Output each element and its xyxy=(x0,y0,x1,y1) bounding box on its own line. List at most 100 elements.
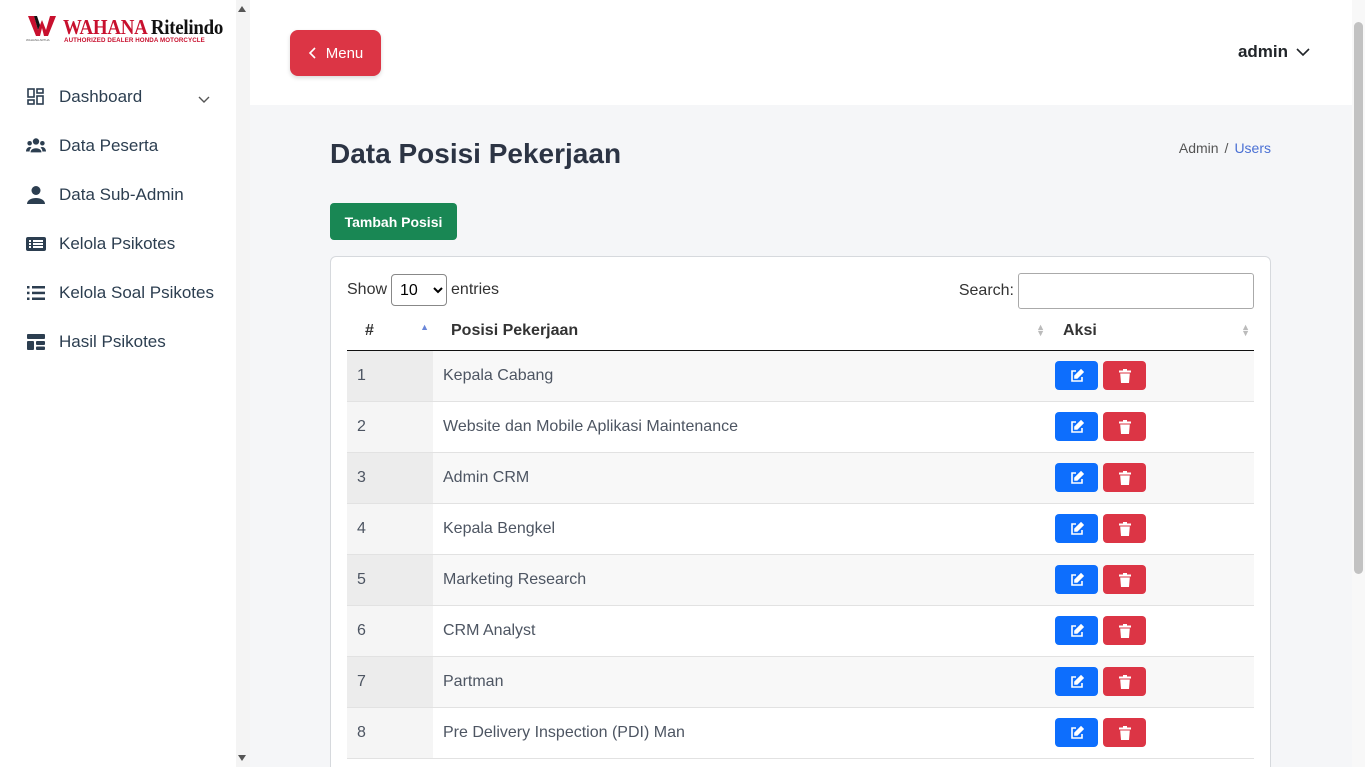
sidebar-item-dashboard[interactable]: Dashboard xyxy=(0,72,236,121)
entries-label: entries xyxy=(451,281,500,298)
edit-button[interactable] xyxy=(1055,718,1098,747)
row-number: 5 xyxy=(347,554,433,606)
sidebar-item-kelola-psikotes[interactable]: Kelola Psikotes xyxy=(0,219,236,268)
row-number: 4 xyxy=(347,503,433,555)
edit-button[interactable] xyxy=(1055,412,1098,441)
menu-button[interactable]: Menu xyxy=(290,30,381,76)
table-row: 6 CRM Analyst xyxy=(347,605,1254,657)
edit-button[interactable] xyxy=(1055,463,1098,492)
chevron-down-icon xyxy=(198,89,210,109)
table-row: 1 Kepala Cabang xyxy=(347,350,1254,402)
brand-tagline: AUTHORIZED DEALER HONDA MOTORCYCLE xyxy=(64,37,205,44)
table-row: 5 Marketing Research xyxy=(347,554,1254,606)
trash-icon xyxy=(1118,470,1131,485)
sidebar-nav: Dashboard Data Peserta Data Sub-Admin Ke… xyxy=(0,72,236,366)
menu-button-label: Menu xyxy=(325,44,364,62)
trash-icon xyxy=(1118,674,1131,689)
edit-button[interactable] xyxy=(1055,616,1098,645)
sidebar-item-label: Kelola Psikotes xyxy=(59,233,176,253)
edit-icon xyxy=(1070,725,1084,739)
column-header-posisi[interactable]: Posisi Pekerjaan ▲ ▼ xyxy=(433,312,1049,351)
delete-button[interactable] xyxy=(1103,463,1146,492)
edit-button[interactable] xyxy=(1055,667,1098,696)
add-position-button[interactable]: Tambah Posisi xyxy=(330,203,457,240)
delete-button[interactable] xyxy=(1103,565,1146,594)
scroll-down-arrow-icon[interactable] xyxy=(238,755,246,761)
sidebar-item-label: Hasil Psikotes xyxy=(59,331,166,351)
row-posisi: Pre Delivery Inspection (PDI) Man xyxy=(433,707,1049,759)
delete-button[interactable] xyxy=(1103,718,1146,747)
trash-icon xyxy=(1118,623,1131,638)
sidebar-item-data-peserta[interactable]: Data Peserta xyxy=(0,121,236,170)
scroll-up-arrow-icon[interactable] xyxy=(238,6,246,12)
list-icon xyxy=(25,282,47,304)
trash-icon xyxy=(1118,419,1131,434)
row-actions xyxy=(1049,350,1254,402)
search-input[interactable] xyxy=(1018,273,1254,309)
row-number: 8 xyxy=(347,707,433,759)
table-row: 8 Pre Delivery Inspection (PDI) Man xyxy=(347,707,1254,759)
breadcrumb-admin[interactable]: Admin xyxy=(1179,140,1219,156)
breadcrumb: Admin / Users xyxy=(1178,140,1271,156)
table-row: 7 Partman xyxy=(347,656,1254,708)
user-dropdown[interactable]: admin xyxy=(1238,42,1310,62)
edit-button[interactable] xyxy=(1055,514,1098,543)
table-header-row: # ▲ Posisi Pekerjaan ▲ ▼ Aksi ▲ ▼ xyxy=(347,312,1254,351)
brand-logo[interactable]: WAHANA ARTHA WAHANA Ritelindo AUTHORIZED… xyxy=(26,14,226,50)
edit-button[interactable] xyxy=(1055,361,1098,390)
sort-asc-icon: ▲ xyxy=(420,322,429,332)
delete-button[interactable] xyxy=(1103,412,1146,441)
delete-button[interactable] xyxy=(1103,667,1146,696)
row-actions xyxy=(1049,452,1254,504)
search-control: Search: xyxy=(959,273,1254,309)
show-label: Show xyxy=(347,281,388,298)
edit-button[interactable] xyxy=(1055,565,1098,594)
row-number: 7 xyxy=(347,656,433,708)
sidebar-item-label: Kelola Soal Psikotes xyxy=(59,282,214,302)
user-icon xyxy=(25,184,47,206)
page-title: Data Posisi Pekerjaan xyxy=(330,138,622,169)
row-posisi: Admin CRM xyxy=(433,452,1049,504)
row-actions xyxy=(1049,656,1254,708)
row-actions xyxy=(1049,503,1254,555)
table-row: 4 Kepala Bengkel xyxy=(347,503,1254,555)
row-actions xyxy=(1049,707,1254,759)
breadcrumb-users[interactable]: Users xyxy=(1234,140,1271,156)
sidebar: WAHANA ARTHA WAHANA Ritelindo AUTHORIZED… xyxy=(0,0,236,767)
sort-icon: ▲ ▼ xyxy=(1036,322,1045,338)
chevron-left-icon xyxy=(308,47,316,59)
edit-icon xyxy=(1070,521,1084,535)
brand-name-part1: WAHANA xyxy=(63,15,147,39)
scrollbar-thumb[interactable] xyxy=(1354,22,1363,574)
edit-icon xyxy=(1070,572,1084,586)
row-number: 6 xyxy=(347,605,433,657)
sidebar-item-data-sub-admin[interactable]: Data Sub-Admin xyxy=(0,170,236,219)
list-alt-icon xyxy=(25,233,47,255)
row-number: 1 xyxy=(347,350,433,402)
edit-icon xyxy=(1070,419,1084,433)
top-header: Menu admin xyxy=(250,0,1352,105)
column-header-aksi[interactable]: Aksi ▲ ▼ xyxy=(1049,312,1254,351)
edit-icon xyxy=(1070,623,1084,637)
delete-button[interactable] xyxy=(1103,361,1146,390)
brand-name-part2: Ritelindo xyxy=(150,15,224,39)
sidebar-item-label: Data Peserta xyxy=(59,135,159,155)
user-name: admin xyxy=(1237,42,1288,61)
sidebar-scrollbar[interactable] xyxy=(236,0,250,767)
page-size-control: Show 10 entries xyxy=(347,274,499,306)
row-posisi: Kepala Bengkel xyxy=(433,503,1049,555)
sidebar-item-hasil-psikotes[interactable]: Hasil Psikotes xyxy=(0,317,236,366)
main-scrollbar[interactable] xyxy=(1352,0,1365,767)
sidebar-item-label: Data Sub-Admin xyxy=(59,184,184,204)
users-icon xyxy=(25,135,47,157)
delete-button[interactable] xyxy=(1103,514,1146,543)
page-size-select[interactable]: 10 xyxy=(391,274,448,306)
sidebar-item-kelola-soal-psikotes[interactable]: Kelola Soal Psikotes xyxy=(0,268,236,317)
row-posisi: CRM Analyst xyxy=(433,605,1049,657)
delete-button[interactable] xyxy=(1103,616,1146,645)
column-header-number[interactable]: # ▲ xyxy=(347,312,433,351)
table-row: 2 Website dan Mobile Aplikasi Maintenance xyxy=(347,401,1254,453)
edit-icon xyxy=(1070,674,1084,688)
trash-icon xyxy=(1118,521,1131,536)
dashboard-grid-icon xyxy=(25,86,47,108)
